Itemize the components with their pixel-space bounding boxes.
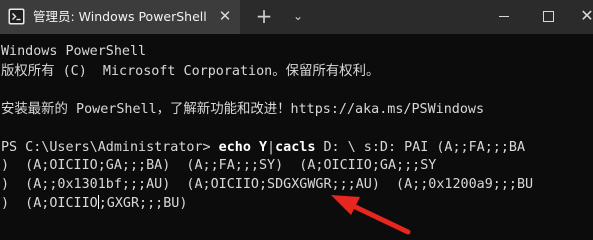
red-arrow-annotation [331,195,411,235]
powershell-window: 管理员: Windows PowerShell ✕ + ⌄ ✕ Windows … [0,0,593,240]
